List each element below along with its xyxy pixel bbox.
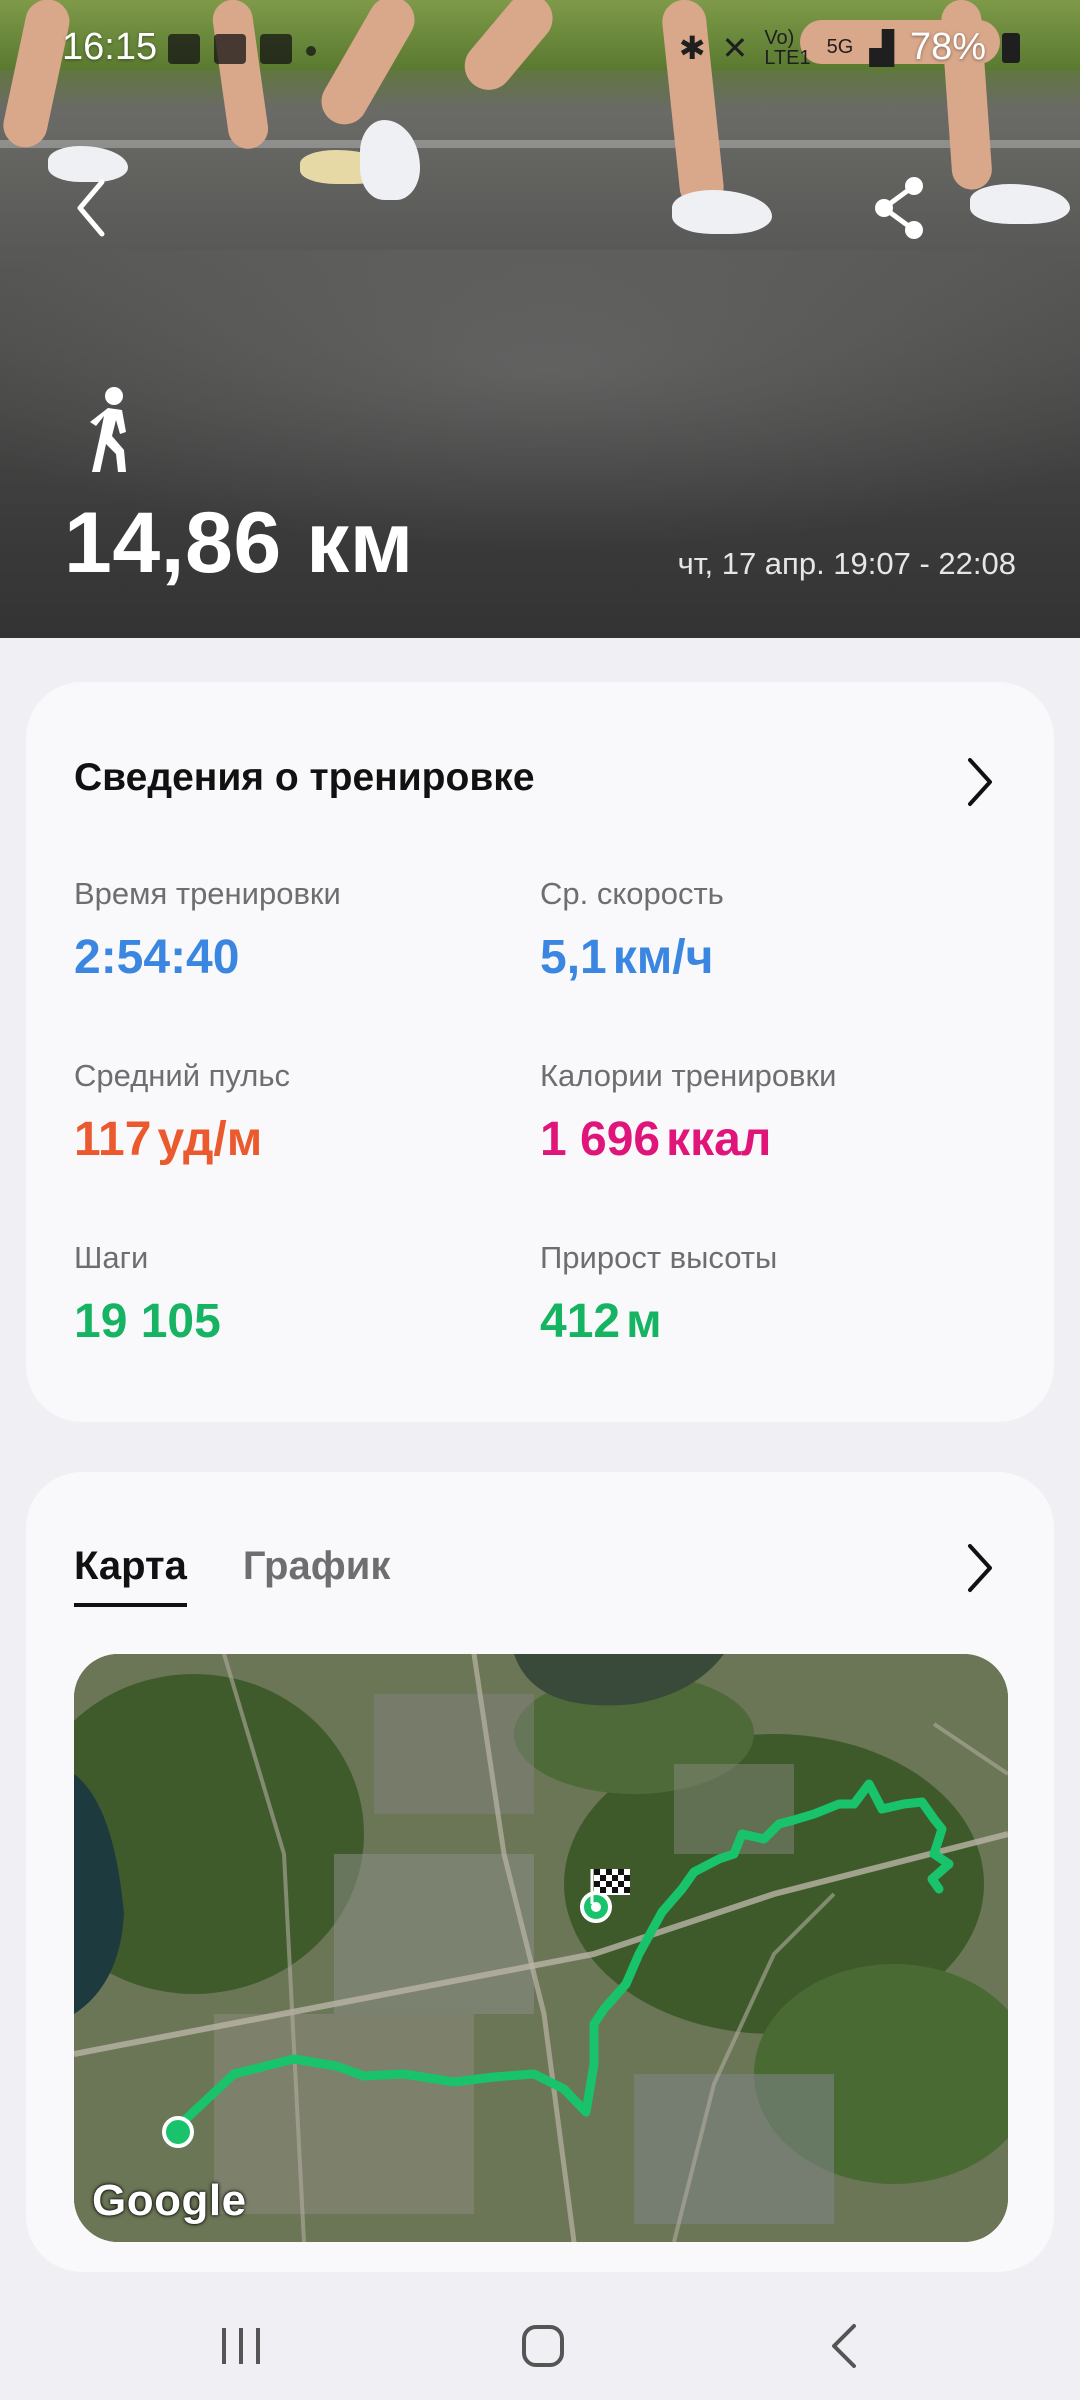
stat-avg-speed: Ср. скорость 5,1 км/ч: [540, 876, 724, 985]
chevron-left-icon: [77, 179, 105, 237]
walking-person-icon: [78, 386, 148, 476]
stat-label: Прирост высоты: [540, 1240, 778, 1275]
header-photo: 16:15 ✱ ✕ Vo) LTE1 5G ▟ 78% 14,86 км чт,…: [0, 0, 1080, 638]
workout-details-screen: 16:15 ✱ ✕ Vo) LTE1 5G ▟ 78% 14,86 км чт,…: [0, 0, 1080, 2400]
stat-label: Калории тренировки: [540, 1058, 837, 1093]
network-type: 5G: [826, 36, 854, 58]
map-card: Карта График Google: [26, 1472, 1054, 2272]
route-map[interactable]: Google: [74, 1654, 1008, 2242]
stat-label: Средний пульс: [74, 1058, 290, 1093]
stat-value: 412 м: [540, 1295, 662, 1348]
back-icon: [832, 2324, 856, 2368]
stat-workout-time: Время тренировки 2:54:40: [74, 876, 341, 985]
share-icon: [875, 177, 923, 239]
status-bar: 16:15 ✱ ✕ Vo) LTE1 5G ▟ 78%: [0, 0, 1080, 100]
tab-chart[interactable]: График: [243, 1544, 390, 1607]
home-button[interactable]: [488, 2310, 598, 2382]
tab-map[interactable]: Карта: [74, 1544, 187, 1607]
recent-apps-button[interactable]: [186, 2310, 296, 2382]
recent-apps-icon: [222, 2328, 260, 2364]
home-icon: [522, 2325, 564, 2367]
workout-details-card[interactable]: Сведения о тренировке Время тренировки 2…: [26, 682, 1054, 1422]
system-nav-bar: [0, 2290, 1080, 2400]
share-button[interactable]: [868, 172, 932, 242]
mute-icon: ✕: [721, 29, 749, 66]
stat-value: 19 105: [74, 1295, 221, 1348]
stat-value: 2:54:40: [74, 931, 240, 984]
signal-icon: ▟: [869, 29, 894, 66]
workout-datetime: чт, 17 апр. 19:07 - 22:08: [677, 546, 1016, 581]
distance-value: 14,86 км: [64, 495, 414, 591]
gmail-icon: [168, 34, 200, 64]
stat-label: Ср. скорость: [540, 876, 724, 911]
stat-value: 5,1 км/ч: [540, 931, 714, 984]
notification-dot-icon: [306, 46, 316, 56]
checkbox-icon: [214, 34, 246, 64]
stat-label: Шаги: [74, 1240, 149, 1275]
stat-value: 117 уд/м: [74, 1113, 263, 1166]
bluetooth-icon: ✱: [678, 29, 706, 66]
stat-steps: Шаги 19 105: [74, 1240, 227, 1349]
details-chevron-button[interactable]: [960, 752, 1000, 812]
stat-value: 1 696 ккал: [540, 1113, 772, 1166]
stat-calories: Калории тренировки 1 696 ккал: [540, 1058, 836, 1167]
battery-percent: 78%: [909, 26, 986, 68]
youtube-icon: [260, 34, 292, 64]
start-marker-icon: [162, 2116, 194, 2148]
battery-icon: [1002, 32, 1020, 63]
volte-icon: Vo) LTE1: [764, 26, 811, 69]
stat-elevation-gain: Прирост высоты 412 м: [540, 1240, 777, 1349]
nav-back-button[interactable]: [790, 2310, 900, 2382]
google-attribution: Google: [92, 2176, 247, 2225]
stat-label: Время тренировки: [74, 876, 341, 911]
satellite-map-image: [74, 1654, 1008, 2242]
status-time: 16:15: [62, 26, 158, 68]
back-button[interactable]: [60, 170, 120, 240]
stat-avg-heart-rate: Средний пульс 117 уд/м: [74, 1058, 290, 1167]
card-title: Сведения о тренировке: [74, 756, 535, 799]
map-chevron-button[interactable]: [960, 1538, 1000, 1598]
chevron-right-icon: [968, 1544, 992, 1592]
map-tabs: Карта График: [74, 1544, 390, 1607]
chevron-right-icon: [968, 758, 992, 806]
